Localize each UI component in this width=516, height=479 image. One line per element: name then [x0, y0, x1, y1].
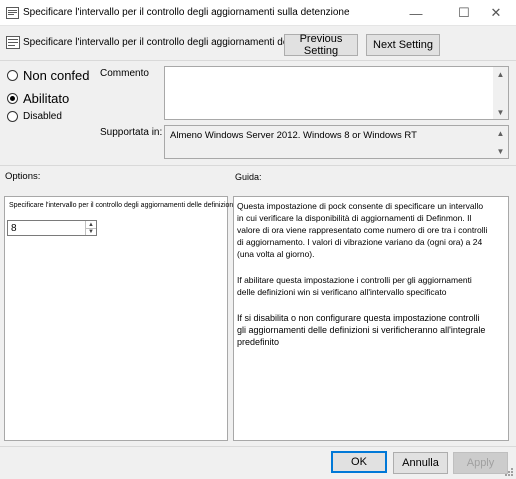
minimize-icon: — [409, 5, 423, 21]
interval-spinner[interactable]: 8 ▲ ▼ [7, 220, 97, 236]
policy-icon [6, 7, 19, 19]
help-paragraph-3: If si disabilita o non configurare quest… [237, 313, 486, 347]
radio-not-configured[interactable]: Non confed [7, 68, 90, 83]
close-icon: ✕ [490, 5, 502, 20]
options-heading: Options: [5, 171, 41, 182]
help-paragraph-1: Questa impostazione di pock consente di … [237, 201, 488, 259]
interval-value[interactable]: 8 [11, 223, 17, 234]
radio-disabled-label: Disabled [23, 111, 62, 122]
policy-setting-icon [6, 36, 20, 49]
spin-up-icon[interactable]: ▲ [85, 221, 96, 228]
supported-scrollbar[interactable]: ▲ ▼ [493, 126, 508, 158]
options-panel: Specificare l'intervallo per il controll… [4, 196, 235, 441]
title-bar: Specificare l'intervallo per il controll… [0, 0, 516, 26]
maximize-icon: ☐ [458, 5, 470, 20]
interval-label: Specificare l'intervallo per il controll… [9, 202, 235, 209]
help-panel: Questa impostazione di pock consente di … [233, 196, 509, 441]
scroll-up-icon[interactable]: ▲ [493, 126, 508, 140]
radio-enabled-circle[interactable] [7, 93, 18, 104]
comment-label: Commento [100, 68, 149, 79]
spin-down-icon[interactable]: ▼ [85, 228, 96, 235]
help-text: Questa impostazione di pock consente di … [237, 200, 491, 358]
radio-disabled-circle[interactable] [7, 111, 18, 122]
previous-setting-button[interactable]: Previous Setting [284, 33, 358, 57]
scroll-up-icon[interactable]: ▲ [493, 67, 508, 81]
close-button[interactable]: ✕ [476, 0, 516, 26]
header-divider [0, 60, 516, 61]
radio-not-configured-circle[interactable] [7, 70, 18, 81]
help-scrollbar[interactable] [493, 197, 508, 440]
next-setting-button[interactable]: Next Setting [366, 34, 440, 56]
help-heading: Guida: [235, 172, 262, 182]
footer-divider [0, 446, 516, 447]
scroll-down-icon[interactable]: ▼ [493, 144, 508, 158]
supported-value: Almeno Windows Server 2012. Windows 8 or… [170, 130, 417, 141]
resize-grip-icon[interactable] [504, 467, 514, 477]
help-paragraph-2: If abilitare questa impostazione i contr… [237, 275, 472, 297]
comment-textarea[interactable]: ▲ ▼ [164, 66, 509, 120]
radio-enabled-label: Abilitato [23, 91, 70, 106]
comment-scrollbar[interactable]: ▲ ▼ [493, 67, 508, 119]
ok-button[interactable]: OK [331, 451, 387, 473]
window-title: Specificare l'intervallo per il controll… [23, 7, 350, 18]
cancel-button[interactable]: Annulla [393, 452, 448, 474]
minimize-button[interactable]: — [396, 0, 436, 26]
supported-label: Supportata in: [100, 127, 163, 138]
radio-not-configured-label: Non confed [23, 68, 90, 83]
apply-button[interactable]: Apply [453, 452, 508, 474]
radio-disabled[interactable]: Disabled [7, 111, 62, 122]
scroll-down-icon[interactable]: ▼ [493, 105, 508, 119]
supported-field: Almeno Windows Server 2012. Windows 8 or… [164, 125, 509, 159]
middle-divider [0, 165, 516, 166]
radio-enabled[interactable]: Abilitato [7, 91, 69, 106]
